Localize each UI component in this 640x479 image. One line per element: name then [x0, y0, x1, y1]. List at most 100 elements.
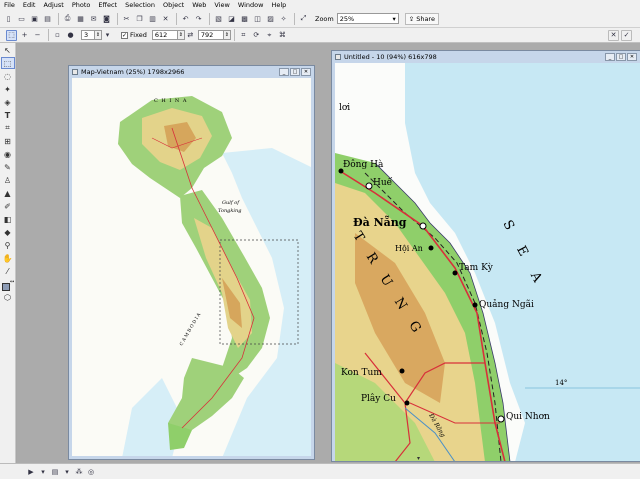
- height-input[interactable]: 792: [197, 30, 224, 40]
- menu-help[interactable]: Help: [271, 1, 286, 9]
- eyedropper-tool-icon[interactable]: ⁄: [1, 265, 15, 277]
- play-icon[interactable]: ▶: [26, 466, 36, 477]
- confirm-crop-icon[interactable]: ✓: [621, 29, 632, 41]
- zoom-tool-icon[interactable]: ⚲: [1, 239, 15, 251]
- crop-window-titlebar[interactable]: Untitled - 10 (94%) 616x798 _ □ ✕: [332, 51, 640, 62]
- fixed-checkbox[interactable]: ✓: [121, 31, 128, 39]
- delete-icon[interactable]: ✕: [160, 13, 171, 24]
- close-button[interactable]: ✕: [301, 67, 311, 76]
- shape-tool-icon[interactable]: ⬡: [1, 291, 15, 303]
- tools-panel: ↖ ⬚ ◌ ✦ ◈ T ⌗ ⊞ ◉ ✎ ♙ ▲ ✐ ◧ ◆ ⚲ ✋ ⁄ ✒ ⬡ …: [0, 43, 16, 463]
- position-icon[interactable]: ⌖: [264, 30, 275, 41]
- label-tongking: Tongking: [218, 208, 241, 214]
- view-icon[interactable]: ◪: [226, 13, 237, 24]
- fit-icon[interactable]: ⤢: [298, 13, 309, 24]
- menu-effect[interactable]: Effect: [98, 1, 117, 9]
- panel-collapse-arrow-icon[interactable]: ▾: [417, 455, 420, 462]
- menu-selection[interactable]: Selection: [125, 1, 155, 9]
- kon-tum-marker: [399, 368, 405, 374]
- undo-icon[interactable]: ↶: [180, 13, 191, 24]
- hand-tool-icon[interactable]: ✋: [1, 252, 15, 264]
- cut-icon[interactable]: ✂: [121, 13, 132, 24]
- maximize-button[interactable]: □: [290, 67, 300, 76]
- magic-wand-tool-icon[interactable]: ✦: [1, 83, 15, 95]
- crop-canvas[interactable]: lơi Đông Hà Huế Đà Nẵng Hội An Tam Kỳ Qu…: [335, 63, 640, 461]
- transform-tool-icon[interactable]: ⊞: [1, 135, 15, 147]
- brush-size-arrow-icon[interactable]: ▾: [102, 30, 113, 41]
- close-button[interactable]: ✕: [627, 52, 637, 61]
- width-spinner[interactable]: ⇕: [177, 30, 185, 40]
- menu-file[interactable]: File: [4, 1, 15, 9]
- frames-icon[interactable]: ▤: [50, 466, 60, 477]
- map-window-titlebar[interactable]: Map-Vietnam (25%) 1798x2966 _ □ ✕: [69, 66, 314, 77]
- redo-icon[interactable]: ↷: [193, 13, 204, 24]
- grid-icon[interactable]: ▩: [239, 13, 250, 24]
- redeye-tool-icon[interactable]: ◉: [1, 148, 15, 160]
- play-dropdown-icon[interactable]: ▾: [38, 466, 48, 477]
- options-bar: ⬚ + − ▫ ● 3 ⇕ ▾ ✓ Fixed 612 ⇕ ⇄ 792 ⇕ ⌗ …: [0, 28, 640, 43]
- brush-size-spinner[interactable]: ⇕: [95, 30, 102, 40]
- panels-icon[interactable]: ▨: [265, 13, 276, 24]
- retouch-tool-icon[interactable]: ✎: [1, 161, 15, 173]
- swap-colors-icon[interactable]: ↔: [10, 279, 14, 285]
- label-da-nang: Đà Nẵng: [353, 216, 407, 229]
- lasso-tool-icon[interactable]: ◌: [1, 70, 15, 82]
- brush-size-input[interactable]: 3: [81, 30, 95, 40]
- menu-adjust[interactable]: Adjust: [43, 1, 63, 9]
- foreground-color-swatch[interactable]: [2, 283, 10, 291]
- magic-icon[interactable]: ✧: [278, 13, 289, 24]
- stamp-tool-icon[interactable]: ▲: [1, 187, 15, 199]
- menu-bar: File Edit Adjust Photo Effect Selection …: [0, 0, 640, 10]
- browser-icon[interactable]: ▧: [213, 13, 224, 24]
- label-quang-ngai: Quảng Ngãi: [479, 299, 534, 310]
- menu-edit[interactable]: Edit: [23, 1, 36, 9]
- save-icon[interactable]: ▣: [29, 13, 40, 24]
- crop-tool-icon[interactable]: ⌗: [238, 30, 249, 41]
- add-mode-icon[interactable]: +: [19, 30, 30, 41]
- clone-tool-icon[interactable]: ♙: [1, 174, 15, 186]
- menu-object[interactable]: Object: [163, 1, 184, 9]
- zoom-select[interactable]: 25% ▾: [336, 13, 399, 24]
- toolbar-divider: [48, 29, 49, 41]
- height-spinner[interactable]: ⇕: [223, 30, 231, 40]
- paste-icon[interactable]: ▥: [147, 13, 158, 24]
- minimize-button[interactable]: _: [605, 52, 615, 61]
- eraser-tool-icon[interactable]: ◧: [1, 213, 15, 225]
- new-icon[interactable]: ▯: [3, 13, 14, 24]
- map-canvas[interactable]: C H I N A Gulf of Tongking C A M B O D I…: [72, 78, 311, 456]
- open-icon[interactable]: ▭: [16, 13, 27, 24]
- layers-icon[interactable]: ◫: [252, 13, 263, 24]
- share-button[interactable]: ⇪ Share: [404, 12, 439, 25]
- crop-select-tool-icon[interactable]: ⬚: [0, 57, 15, 69]
- email-icon[interactable]: ✉: [88, 13, 99, 24]
- camera-icon[interactable]: ◙: [101, 13, 112, 24]
- crop-tool-icon[interactable]: ⌗: [1, 122, 15, 134]
- scan-icon[interactable]: ▦: [75, 13, 86, 24]
- feather-icon[interactable]: ▫: [52, 30, 63, 41]
- rotate-icon[interactable]: ⟳: [251, 30, 262, 41]
- menu-view[interactable]: View: [214, 1, 229, 9]
- animation-icon[interactable]: ⁂: [74, 466, 84, 477]
- onion-skin-icon[interactable]: ◎: [86, 466, 96, 477]
- frames-dropdown-icon[interactable]: ▾: [62, 466, 72, 477]
- maximize-button[interactable]: □: [616, 52, 626, 61]
- pointer-tool-icon[interactable]: ↖: [1, 44, 15, 56]
- paint-bucket-tool-icon[interactable]: ◈: [1, 96, 15, 108]
- menu-window[interactable]: Window: [238, 1, 264, 9]
- menu-photo[interactable]: Photo: [72, 1, 91, 9]
- brush-icon[interactable]: ●: [65, 30, 76, 41]
- swap-dimensions-icon[interactable]: ⇄: [185, 30, 196, 41]
- menu-web[interactable]: Web: [192, 1, 206, 9]
- minimize-button[interactable]: _: [279, 67, 289, 76]
- cancel-crop-icon[interactable]: ✕: [608, 29, 619, 41]
- fill-tool-icon[interactable]: ◆: [1, 226, 15, 238]
- subtract-mode-icon[interactable]: −: [32, 30, 43, 41]
- width-input[interactable]: 612: [151, 30, 178, 40]
- brush-tool-icon[interactable]: ✐: [1, 200, 15, 212]
- print-icon[interactable]: ⎙: [62, 13, 73, 24]
- save-as-icon[interactable]: ▤: [42, 13, 53, 24]
- text-tool-icon[interactable]: T: [1, 109, 15, 121]
- anchor-icon[interactable]: ⌘: [277, 30, 288, 41]
- copy-icon[interactable]: ❐: [134, 13, 145, 24]
- select-mode-icon[interactable]: ⬚: [6, 29, 17, 41]
